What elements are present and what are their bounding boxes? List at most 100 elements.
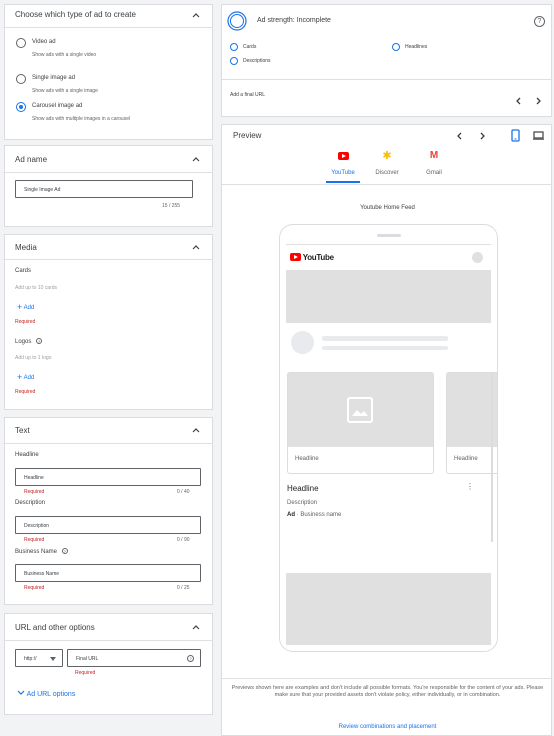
tab-active-underline [326,181,360,183]
chevron-up-icon[interactable] [192,12,200,18]
image-icon [347,397,373,423]
tab-youtube[interactable]: YouTube [326,147,360,183]
ad-url-options-toggle[interactable]: Ad URL options [17,690,75,698]
ad-business-name: Business name [300,512,342,518]
chevron-left-icon[interactable] [515,97,521,105]
preview-card: Preview YouTube ✱ Discover M Gmail Youtu… [221,124,552,736]
tab-discover[interactable]: ✱ Discover [369,147,405,183]
description-label: Description [15,500,46,506]
radio-single-image-ad[interactable] [16,74,26,84]
logos-label: Logos ? [15,338,43,345]
strength-cards-label: Cards [243,44,257,50]
help-icon[interactable]: ? [61,548,68,554]
url-card: URL and other options http:// Final URL … [4,613,213,715]
ad-strength-card: Ad strength: Incomplete ? Cards Headline… [221,4,552,117]
ad-headline: Headline [287,484,319,493]
description-input[interactable]: Description [15,516,201,534]
headline-label: Headline [15,452,39,458]
youtube-logo-text: YouTube [302,253,334,262]
chevron-up-icon[interactable] [192,427,200,433]
account-avatar [472,252,483,263]
cards-required: Required [15,319,36,325]
option-carousel-desc: Show ads with multiple images in a carou… [32,116,131,122]
final-url-prompt: Add a final URL [230,92,266,98]
business-name-label-text: Business Name [15,549,58,555]
add-card-button[interactable]: + Add [17,302,34,312]
add-card-label: Add [23,305,35,311]
ad-type-title: Choose which type of ad to create [15,10,136,19]
divider [5,259,212,260]
protocol-value: http:// [24,656,37,662]
chevron-up-icon[interactable] [192,244,200,250]
feed-label: Youtube Home Feed [360,205,415,211]
chevron-right-icon[interactable] [536,97,542,105]
ad-name-value: Single Image Ad [24,187,61,193]
divider [5,443,212,444]
protocol-select[interactable]: http:// [15,649,63,667]
scrollbar[interactable] [491,372,493,542]
channel-avatar-placeholder [291,331,314,354]
youtube-logo: YouTube [290,253,334,262]
url-title: URL and other options [15,623,95,632]
option-single-image-label: Single image ad [32,75,76,81]
final-url-placeholder: Final URL [76,656,99,662]
ad-description: Description [287,500,318,506]
radio-video-ad[interactable] [16,38,26,48]
chevron-down-icon [17,690,25,695]
radio-carousel-ad[interactable] [16,102,26,112]
media-title: Media [15,243,37,252]
headline-required: Required [24,489,45,495]
text-title: Text [15,426,30,435]
chevron-up-icon[interactable] [192,156,200,162]
option-video-label: Video ad [32,39,56,45]
logos-hint: Add up to 1 logo [15,355,52,361]
chevron-right-icon[interactable] [480,132,486,140]
youtube-logo-icon [290,253,301,261]
tab-gmail[interactable]: M Gmail [417,147,451,183]
strength-cards-indicator [230,43,238,51]
description-required: Required [24,537,45,543]
divider [5,172,212,173]
business-name-input[interactable]: Business Name [15,564,201,582]
cards-hint: Add up to 10 cards [15,285,57,291]
title-line-placeholder [322,336,448,341]
chevron-left-icon[interactable] [456,132,462,140]
divider [5,27,212,28]
help-icon[interactable]: ? [187,655,194,662]
description-counter: 0 / 90 [177,537,190,543]
business-name-placeholder: Business Name [24,571,60,577]
headline-placeholder: Headline [24,475,44,481]
divider [286,244,491,245]
headline-input[interactable]: Headline [15,468,201,486]
business-name-required: Required [24,585,45,591]
headline-counter: 0 / 40 [177,489,190,495]
carousel-image-placeholder [288,373,433,447]
caret-down-icon [50,657,56,661]
help-circle-icon[interactable]: ? [534,16,545,27]
more-vert-icon[interactable]: ⋮ [466,483,474,491]
chevron-up-icon[interactable] [192,624,200,630]
preview-title: Preview [233,131,262,140]
business-name-counter: 0 / 25 [177,585,190,591]
option-carousel-label: Carousel image ad [32,103,83,109]
review-combinations-link[interactable]: Review combinations and placement [222,724,553,730]
plus-icon: + [17,372,23,382]
option-video-desc: Show ads with a single video [32,52,97,58]
strength-headlines-indicator [392,43,400,51]
plus-icon: + [17,302,23,312]
discover-icon: ✱ [382,150,392,162]
ad-name-title: Ad name [15,155,48,164]
media-card: Media Cards Add up to 10 cards + Add Req… [4,234,213,410]
strength-descriptions-indicator [230,57,238,65]
add-logo-button[interactable]: + Add [17,372,34,382]
mobile-device-icon[interactable] [511,129,520,142]
description-placeholder: Description [24,523,50,529]
help-icon[interactable]: ? [36,338,43,344]
business-name-label: Business Name ? [15,548,68,555]
ad-url-options-label: Ad URL options [26,691,76,698]
desktop-device-icon[interactable] [533,131,544,140]
ad-name-input[interactable]: Single Image Ad [15,180,193,198]
phone-frame: YouTube Headline Headline Headline ⋮ Des… [279,224,498,652]
strength-descriptions-label: Descriptions [243,58,271,64]
final-url-input[interactable]: Final URL ? [67,649,201,667]
